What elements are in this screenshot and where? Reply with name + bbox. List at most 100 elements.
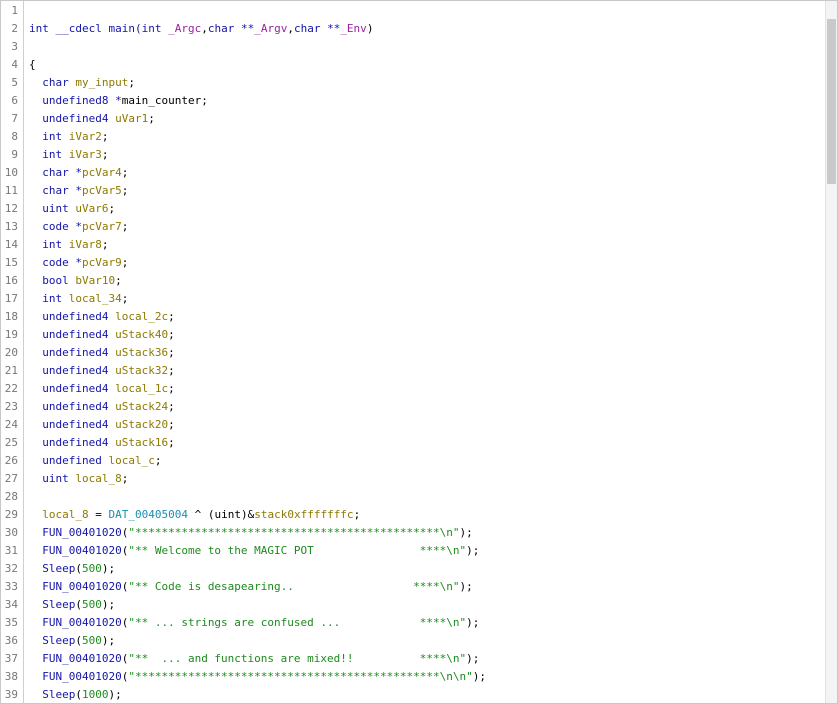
- code-token[interactable]: ;: [102, 148, 109, 161]
- decompiler-view[interactable]: 1 2 int __cdecl main(int _Argc,char **_Arg…: [0, 0, 838, 704]
- code-token[interactable]: FUN_00401020: [29, 670, 121, 683]
- code-token[interactable]: ;: [168, 364, 175, 377]
- code-token[interactable]: undefined: [29, 454, 108, 467]
- code-token[interactable]: code *: [29, 256, 82, 269]
- code-line[interactable]: 6 undefined8 *main_counter;: [1, 92, 825, 110]
- code-line[interactable]: 37 FUN_00401020("** ... and functions ar…: [1, 650, 825, 668]
- code-token[interactable]: undefined4: [29, 436, 115, 449]
- code-token[interactable]: ;: [128, 76, 135, 89]
- vertical-scrollbar[interactable]: [825, 1, 837, 703]
- code-token[interactable]: int: [29, 130, 69, 143]
- code-line[interactable]: 36 Sleep(500);: [1, 632, 825, 650]
- code-token[interactable]: FUN_00401020: [29, 616, 121, 629]
- code-text[interactable]: int iVar2;: [29, 128, 108, 146]
- code-line[interactable]: 34 Sleep(500);: [1, 596, 825, 614]
- code-token[interactable]: _Argc: [168, 22, 201, 35]
- code-token[interactable]: local_8: [29, 508, 88, 521]
- code-token[interactable]: "** Welcome to the MAGIC POT ****\n": [128, 544, 466, 557]
- code-token[interactable]: {: [29, 58, 36, 71]
- code-token[interactable]: ;: [155, 454, 162, 467]
- code-line[interactable]: 27 uint local_8;: [1, 470, 825, 488]
- code-line[interactable]: 21 undefined4 uStack32;: [1, 362, 825, 380]
- code-text[interactable]: FUN_00401020("**************************…: [29, 524, 473, 542]
- code-token[interactable]: undefined4: [29, 310, 115, 323]
- code-token[interactable]: char *: [29, 184, 82, 197]
- code-token[interactable]: int: [142, 22, 169, 35]
- code-line[interactable]: 38 FUN_00401020("***********************…: [1, 668, 825, 686]
- code-token[interactable]: Sleep: [29, 634, 75, 647]
- code-token[interactable]: int: [29, 148, 69, 161]
- code-line[interactable]: 13 code *pcVar7;: [1, 218, 825, 236]
- code-text[interactable]: FUN_00401020("** ... strings are confuse…: [29, 614, 479, 632]
- code-line[interactable]: 32 Sleep(500);: [1, 560, 825, 578]
- code-token[interactable]: ;: [168, 418, 175, 431]
- code-listing[interactable]: 1 2 int __cdecl main(int _Argc,char **_Arg…: [1, 2, 825, 703]
- code-token[interactable]: uStack20: [115, 418, 168, 431]
- code-token[interactable]: ;: [122, 472, 129, 485]
- code-token[interactable]: (: [75, 688, 82, 701]
- code-token[interactable]: );: [108, 688, 121, 701]
- code-token[interactable]: char **: [294, 22, 340, 35]
- code-text[interactable]: char *pcVar4;: [29, 164, 128, 182]
- code-token[interactable]: ^: [188, 508, 208, 521]
- code-token[interactable]: undefined4: [29, 418, 115, 431]
- code-token[interactable]: );: [466, 652, 479, 665]
- code-token[interactable]: bVar10: [75, 274, 115, 287]
- code-token[interactable]: uint: [29, 202, 75, 215]
- code-text[interactable]: local_8 = DAT_00405004 ^ (uint)&stack0xf…: [29, 506, 360, 524]
- code-token[interactable]: FUN_00401020: [29, 652, 121, 665]
- code-token[interactable]: ;: [168, 400, 175, 413]
- code-token[interactable]: int __cdecl main(: [29, 22, 142, 35]
- code-line[interactable]: 35 FUN_00401020("** ... strings are conf…: [1, 614, 825, 632]
- code-token[interactable]: main_counter: [122, 94, 201, 107]
- code-text[interactable]: code *pcVar9;: [29, 254, 128, 272]
- code-token[interactable]: "** ... strings are confused ... ****\n": [128, 616, 466, 629]
- code-token[interactable]: "***************************************…: [128, 670, 472, 683]
- code-line[interactable]: 4{: [1, 56, 825, 74]
- code-text[interactable]: FUN_00401020("** ... and functions are m…: [29, 650, 479, 668]
- code-line[interactable]: 11 char *pcVar5;: [1, 182, 825, 200]
- code-line[interactable]: 1: [1, 2, 825, 20]
- code-token[interactable]: ;: [122, 166, 129, 179]
- code-token[interactable]: undefined4: [29, 328, 115, 341]
- code-token[interactable]: ;: [168, 310, 175, 323]
- code-text[interactable]: uint local_8;: [29, 470, 128, 488]
- code-text[interactable]: FUN_00401020("** Code is desapearing.. *…: [29, 578, 473, 596]
- code-token[interactable]: int: [29, 238, 69, 251]
- code-token[interactable]: 500: [82, 598, 102, 611]
- code-text[interactable]: int iVar8;: [29, 236, 108, 254]
- code-token[interactable]: ;: [168, 346, 175, 359]
- code-token[interactable]: );: [459, 526, 472, 539]
- code-text[interactable]: Sleep(1000);: [29, 686, 122, 703]
- code-token[interactable]: );: [102, 634, 115, 647]
- code-token[interactable]: =: [89, 508, 109, 521]
- code-line[interactable]: 14 int iVar8;: [1, 236, 825, 254]
- code-token[interactable]: ;: [122, 184, 129, 197]
- code-token[interactable]: Sleep: [29, 688, 75, 701]
- code-token[interactable]: ): [367, 22, 374, 35]
- code-token[interactable]: local_1c: [115, 382, 168, 395]
- code-token[interactable]: uStack36: [115, 346, 168, 359]
- code-token[interactable]: ,: [287, 22, 294, 35]
- code-token[interactable]: undefined4: [29, 400, 115, 413]
- code-token[interactable]: ;: [122, 220, 129, 233]
- code-token[interactable]: ;: [122, 256, 129, 269]
- code-token[interactable]: 500: [82, 634, 102, 647]
- code-token[interactable]: );: [102, 562, 115, 575]
- code-line[interactable]: 31 FUN_00401020("** Welcome to the MAGIC…: [1, 542, 825, 560]
- code-token[interactable]: uVar1: [115, 112, 148, 125]
- code-line[interactable]: 15 code *pcVar9;: [1, 254, 825, 272]
- code-token[interactable]: "** ... and functions are mixed!! ****\n…: [128, 652, 466, 665]
- code-token[interactable]: ;: [148, 112, 155, 125]
- code-token[interactable]: ;: [168, 328, 175, 341]
- code-token[interactable]: stack0xfffffffc: [254, 508, 353, 521]
- code-line[interactable]: 12 uint uVar6;: [1, 200, 825, 218]
- code-line[interactable]: 10 char *pcVar4;: [1, 164, 825, 182]
- code-text[interactable]: undefined4 local_1c;: [29, 380, 174, 398]
- code-token[interactable]: ;: [354, 508, 361, 521]
- code-token[interactable]: FUN_00401020: [29, 544, 121, 557]
- code-line[interactable]: 29 local_8 = DAT_00405004 ^ (uint)&stack…: [1, 506, 825, 524]
- code-text[interactable]: undefined4 uStack24;: [29, 398, 175, 416]
- code-token[interactable]: ,: [201, 22, 208, 35]
- code-line[interactable]: 23 undefined4 uStack24;: [1, 398, 825, 416]
